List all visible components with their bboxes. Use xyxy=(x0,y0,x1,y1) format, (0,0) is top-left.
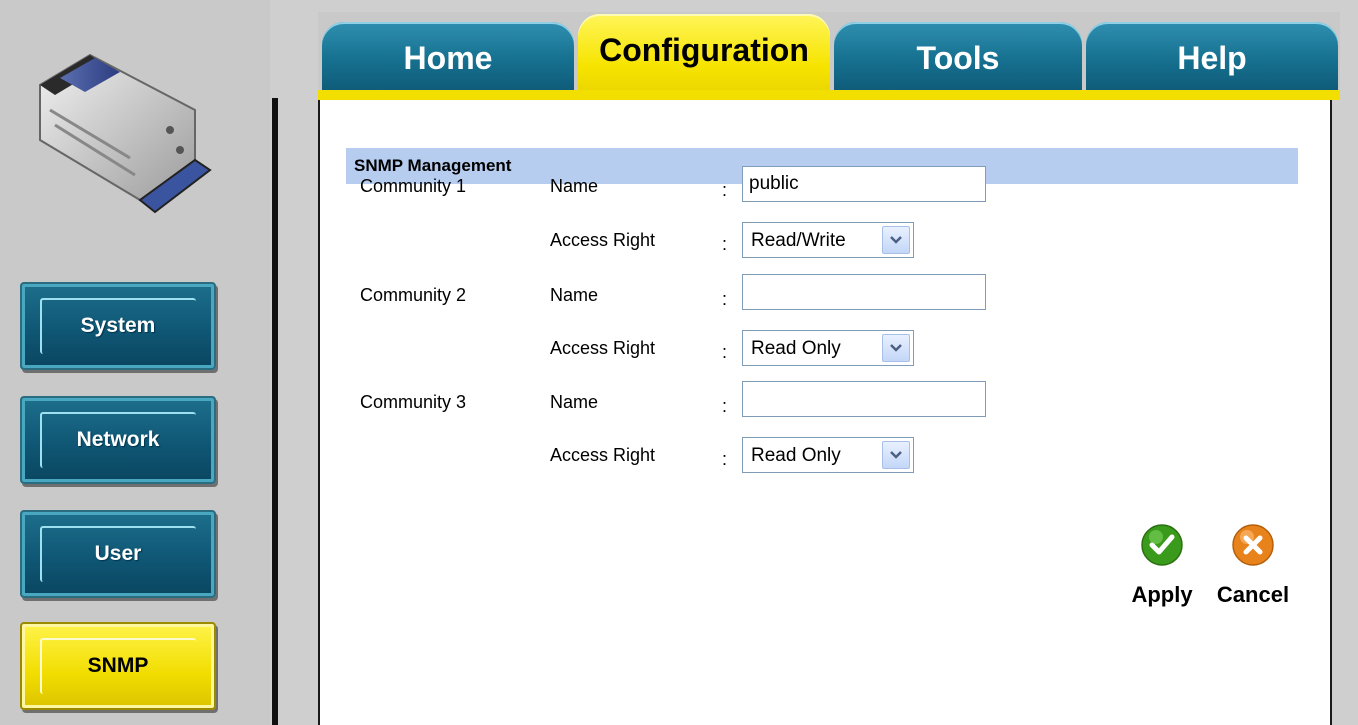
selected-value: Read Only xyxy=(751,445,841,466)
sidebar-item-label: Network xyxy=(76,428,160,451)
tab-tools[interactable]: Tools xyxy=(834,22,1082,92)
community-3-label: Community 3 xyxy=(360,392,467,412)
colon: : xyxy=(722,396,728,416)
sidebar-item-label: SNMP xyxy=(87,654,149,677)
chevron-down-icon[interactable] xyxy=(882,226,910,254)
sidebar-item-snmp[interactable]: SNMP xyxy=(20,622,216,710)
sidebar-item-system[interactable]: System xyxy=(20,282,216,370)
top-tab-bar: Home Configuration Tools Help xyxy=(318,12,1340,100)
tab-home[interactable]: Home xyxy=(322,22,574,92)
access-right-label: Access Right xyxy=(550,230,656,250)
colon: : xyxy=(722,449,728,469)
content-panel: SNMP Management Community 1 Name : Acces… xyxy=(318,100,1332,725)
checkmark-icon xyxy=(1141,524,1183,566)
community-3-name-input[interactable] xyxy=(742,381,986,417)
selected-value: Read Only xyxy=(751,338,841,359)
community-1-name-input[interactable] xyxy=(742,166,986,202)
tab-label: Configuration xyxy=(599,32,809,68)
sidebar-divider xyxy=(272,98,278,725)
community-2-access-select[interactable]: Read Only xyxy=(742,330,914,366)
colon: : xyxy=(722,234,728,254)
tab-label: Home xyxy=(403,40,493,76)
sidebar-item-label: System xyxy=(80,314,156,337)
community-3-access-select[interactable]: Read Only xyxy=(742,437,914,473)
sidebar-item-label: User xyxy=(94,542,142,565)
access-right-label: Access Right xyxy=(550,445,656,465)
print-server-device-image xyxy=(39,53,212,214)
sidebar-item-user[interactable]: User xyxy=(20,510,216,598)
colon: : xyxy=(722,289,728,309)
tab-configuration[interactable]: Configuration xyxy=(578,14,830,100)
tab-label: Tools xyxy=(916,40,1000,76)
selected-value: Read/Write xyxy=(751,230,846,251)
cancel-x-icon xyxy=(1232,524,1274,566)
tab-label: Help xyxy=(1177,40,1247,76)
section-title: SNMP Management xyxy=(354,156,512,175)
community-1-access-select[interactable]: Read/Write xyxy=(742,222,914,258)
name-label: Name xyxy=(550,392,599,412)
cancel-button[interactable]: Cancel xyxy=(1208,524,1298,624)
sidebar: System Network User SNMP xyxy=(0,0,270,725)
cancel-label: Cancel xyxy=(1216,582,1290,607)
name-label: Name xyxy=(550,285,599,305)
tab-help[interactable]: Help xyxy=(1086,22,1338,92)
sidebar-item-network[interactable]: Network xyxy=(20,396,216,484)
community-2-label: Community 2 xyxy=(360,285,467,305)
access-right-label: Access Right xyxy=(550,338,656,358)
apply-button[interactable]: Apply xyxy=(1117,524,1207,624)
apply-label: Apply xyxy=(1131,582,1193,607)
chevron-down-icon[interactable] xyxy=(882,334,910,362)
colon: : xyxy=(722,342,728,362)
name-label: Name xyxy=(550,176,599,196)
colon: : xyxy=(722,180,728,200)
community-2-name-input[interactable] xyxy=(742,274,986,310)
chevron-down-icon[interactable] xyxy=(882,441,910,469)
community-1-label: Community 1 xyxy=(360,176,467,196)
tab-underline xyxy=(318,90,1340,100)
